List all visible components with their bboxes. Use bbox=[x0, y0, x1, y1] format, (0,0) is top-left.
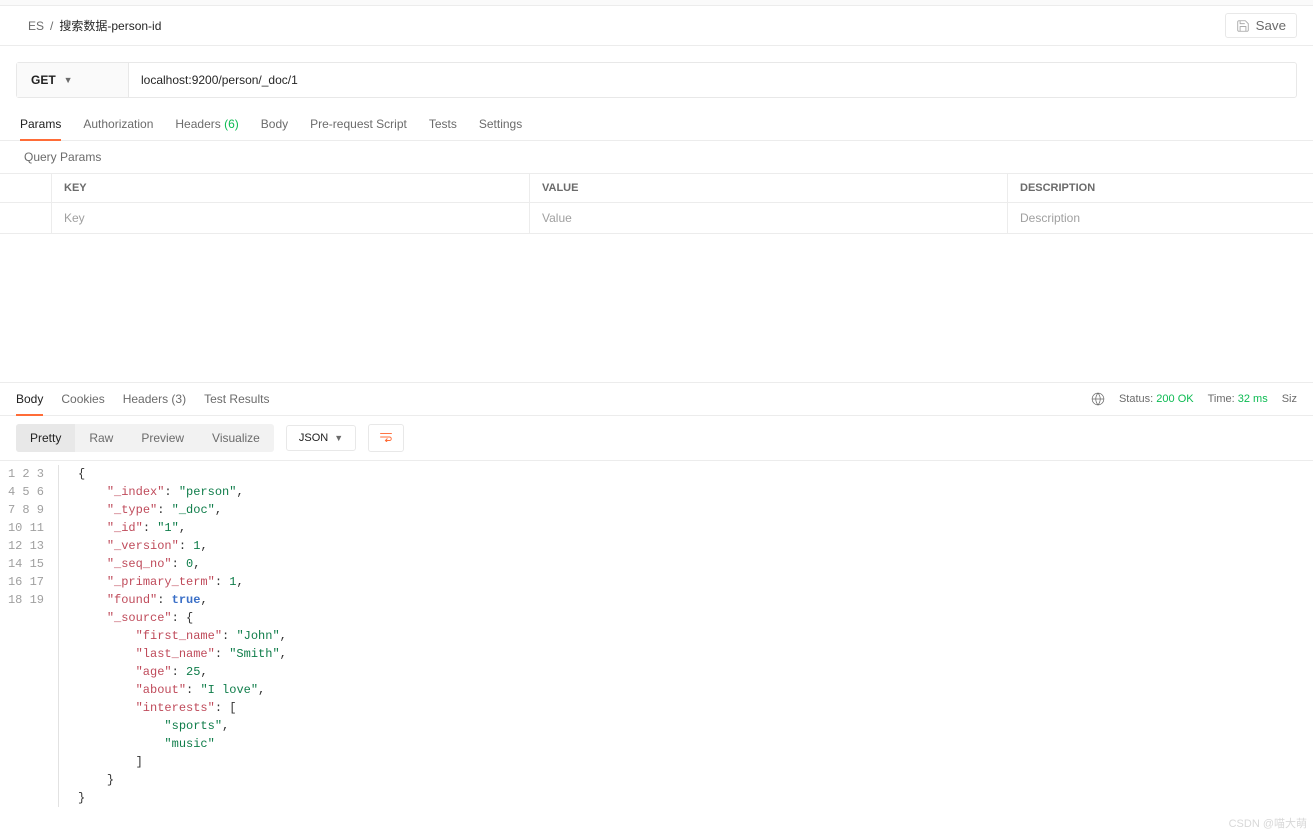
status-label: Status: bbox=[1119, 393, 1153, 405]
response-tabs-row: Body Cookies Headers (3) Test Results St… bbox=[0, 382, 1313, 416]
breadcrumb: ES / 搜索数据-person-id bbox=[28, 17, 161, 34]
globe-icon[interactable] bbox=[1091, 392, 1105, 406]
table-row[interactable]: Key Value Description bbox=[0, 203, 1313, 233]
tab-params[interactable]: Params bbox=[20, 108, 61, 141]
tab-tests[interactable]: Tests bbox=[429, 108, 457, 140]
view-raw[interactable]: Raw bbox=[75, 424, 127, 452]
tab-headers[interactable]: Headers (6) bbox=[175, 108, 238, 140]
size-block: Siz bbox=[1282, 393, 1297, 405]
description-column-header: DESCRIPTION bbox=[1008, 174, 1313, 202]
tab-response-headers-count: (3) bbox=[171, 392, 186, 406]
method-selector[interactable]: GET ▼ bbox=[17, 63, 129, 97]
tab-body[interactable]: Body bbox=[261, 108, 288, 140]
value-column-header: VALUE bbox=[530, 174, 1008, 202]
response-meta: Status: 200 OK Time: 32 ms Siz bbox=[1091, 392, 1297, 406]
format-value: JSON bbox=[299, 432, 328, 444]
status-value: 200 OK bbox=[1156, 393, 1193, 405]
chevron-down-icon: ▼ bbox=[334, 433, 343, 443]
breadcrumb-root[interactable]: ES bbox=[28, 19, 44, 33]
tab-headers-count: (6) bbox=[224, 117, 239, 131]
view-visualize[interactable]: Visualize bbox=[198, 424, 274, 452]
breadcrumb-separator: / bbox=[50, 19, 53, 33]
request-tabs: Params Authorization Headers (6) Body Pr… bbox=[0, 108, 1313, 141]
tab-response-headers[interactable]: Headers (3) bbox=[123, 383, 186, 415]
time-value: 32 ms bbox=[1238, 393, 1268, 405]
tab-prerequest-script[interactable]: Pre-request Script bbox=[310, 108, 407, 140]
save-label: Save bbox=[1256, 18, 1286, 33]
tab-response-headers-label: Headers bbox=[123, 392, 168, 406]
value-input[interactable]: Value bbox=[530, 203, 1008, 233]
row-checkbox-cell[interactable] bbox=[0, 203, 52, 233]
response-controls: Pretty Raw Preview Visualize JSON ▼ bbox=[0, 416, 1313, 461]
chevron-down-icon: ▼ bbox=[64, 75, 73, 85]
table-header-row: KEY VALUE DESCRIPTION bbox=[0, 174, 1313, 203]
key-input[interactable]: Key bbox=[52, 203, 530, 233]
format-selector[interactable]: JSON ▼ bbox=[286, 425, 356, 451]
breadcrumb-row: ES / 搜索数据-person-id Save bbox=[0, 6, 1313, 46]
view-pretty[interactable]: Pretty bbox=[16, 424, 75, 452]
wrap-icon bbox=[379, 432, 393, 442]
view-mode-segment: Pretty Raw Preview Visualize bbox=[16, 424, 274, 452]
method-value: GET bbox=[31, 73, 56, 87]
description-input[interactable]: Description bbox=[1008, 203, 1313, 233]
query-params-title: Query Params bbox=[0, 141, 1313, 173]
tab-settings[interactable]: Settings bbox=[479, 108, 522, 140]
wrap-lines-button[interactable] bbox=[368, 424, 404, 452]
line-gutter: 1 2 3 4 5 6 7 8 9 10 11 12 13 14 15 16 1… bbox=[0, 465, 56, 807]
save-icon bbox=[1236, 19, 1250, 33]
key-column-header: KEY bbox=[52, 174, 530, 202]
tab-cookies[interactable]: Cookies bbox=[61, 383, 104, 415]
code-lines[interactable]: { "_index": "person", "_type": "_doc", "… bbox=[70, 465, 1313, 807]
time-label: Time: bbox=[1208, 393, 1235, 405]
response-tabs: Body Cookies Headers (3) Test Results bbox=[16, 383, 269, 415]
breadcrumb-current[interactable]: 搜索数据-person-id bbox=[59, 17, 161, 34]
fold-column bbox=[56, 465, 70, 807]
watermark: CSDN @喵大萌 bbox=[1229, 815, 1307, 831]
response-body[interactable]: 1 2 3 4 5 6 7 8 9 10 11 12 13 14 15 16 1… bbox=[0, 461, 1313, 811]
tab-test-results[interactable]: Test Results bbox=[204, 383, 269, 415]
tab-headers-label: Headers bbox=[175, 117, 220, 131]
request-body-spacer bbox=[0, 234, 1313, 382]
tab-authorization[interactable]: Authorization bbox=[83, 108, 153, 140]
time-block: Time: 32 ms bbox=[1208, 393, 1268, 405]
checkbox-column-header bbox=[0, 174, 52, 202]
save-button[interactable]: Save bbox=[1225, 13, 1297, 38]
view-preview[interactable]: Preview bbox=[127, 424, 198, 452]
params-table: KEY VALUE DESCRIPTION Key Value Descript… bbox=[0, 173, 1313, 234]
url-input[interactable] bbox=[129, 63, 1296, 97]
tab-response-body[interactable]: Body bbox=[16, 383, 43, 416]
status-block: Status: 200 OK bbox=[1119, 393, 1194, 405]
request-url-bar: GET ▼ bbox=[16, 62, 1297, 98]
